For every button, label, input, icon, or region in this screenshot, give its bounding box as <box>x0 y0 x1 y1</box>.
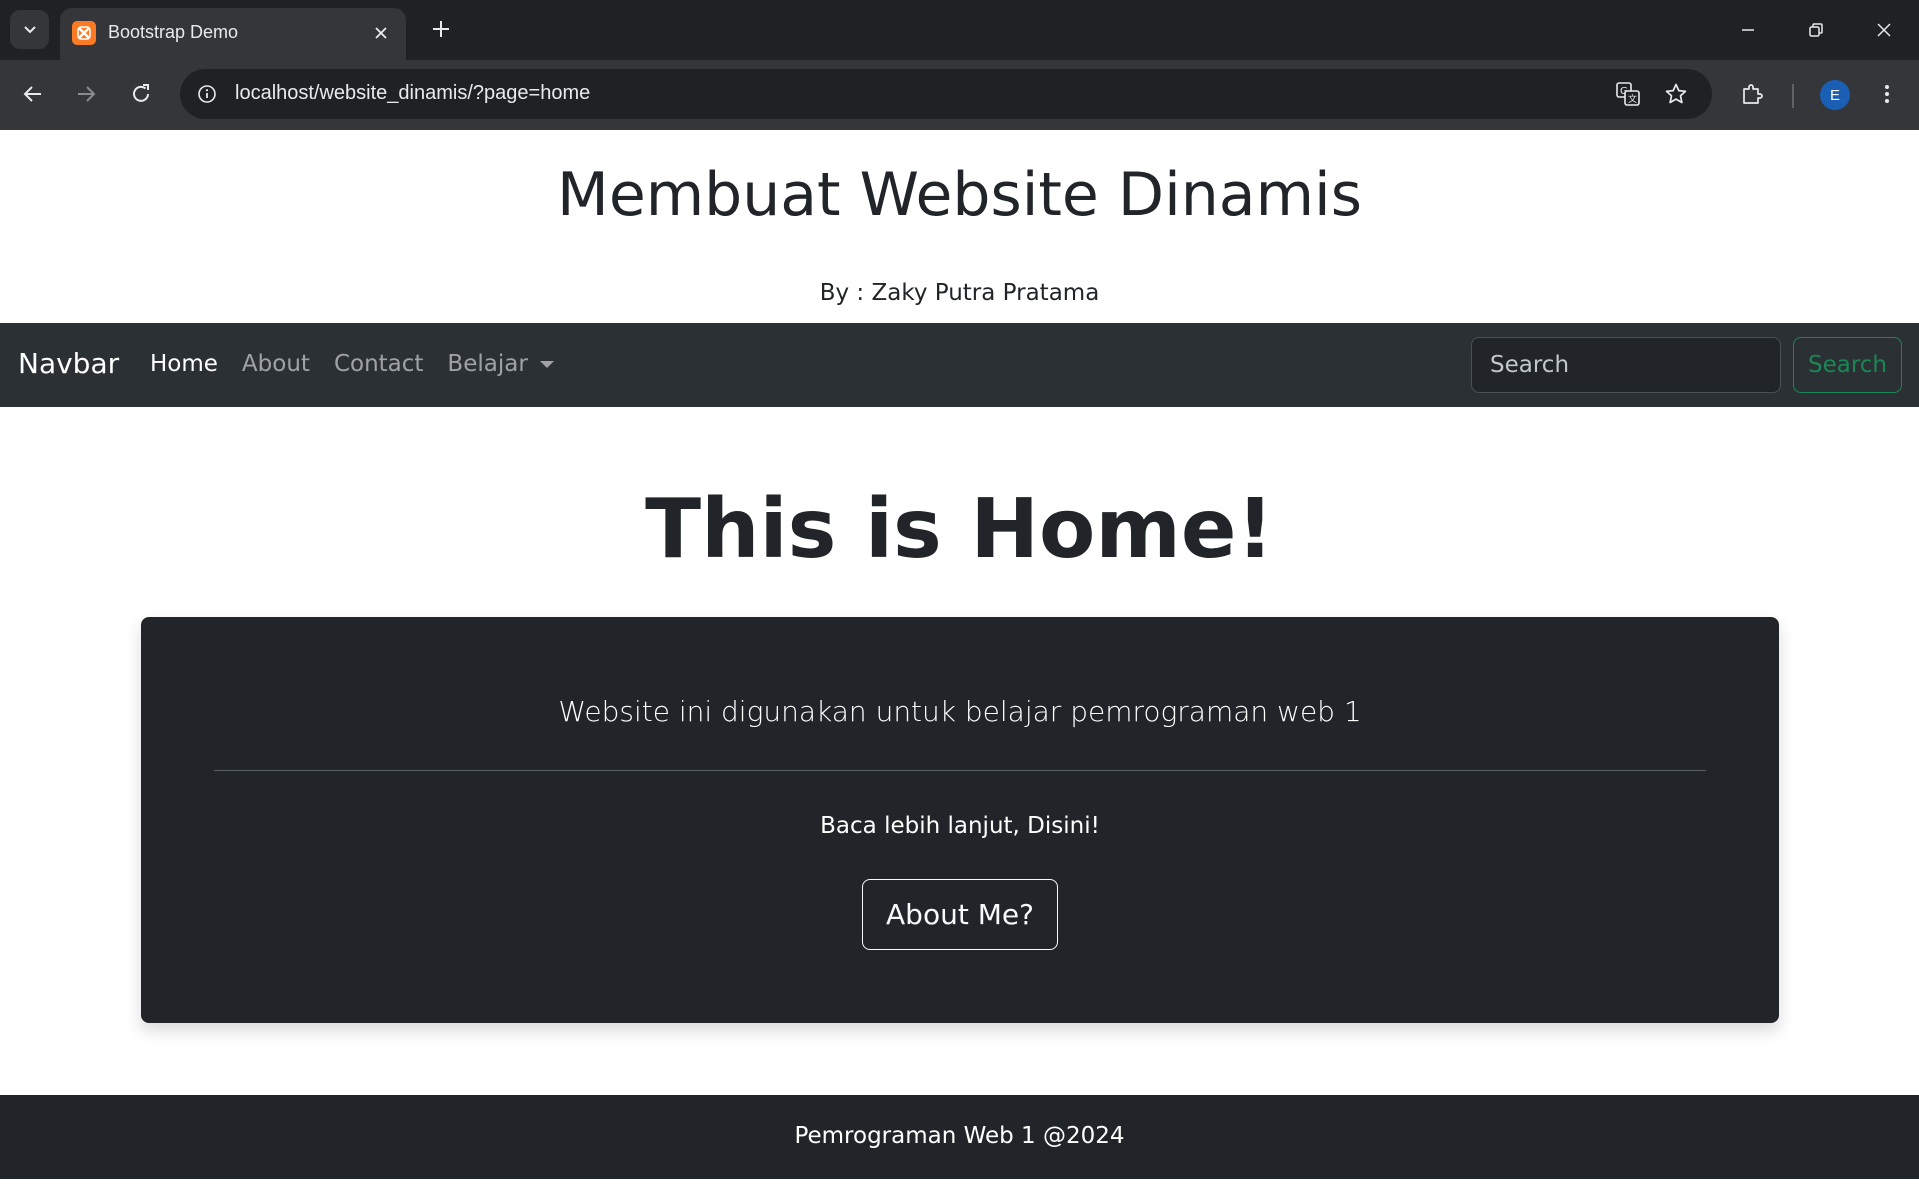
browser-toolbar: localhost/website_dinamis/?page=home G文 … <box>0 60 1919 130</box>
site-info-icon <box>198 85 216 103</box>
nav-dropdown-label: Belajar <box>447 351 528 377</box>
nav-link-about[interactable]: About <box>242 351 310 377</box>
minimize-icon <box>1742 29 1754 31</box>
caret-down-icon <box>539 361 554 368</box>
forward-button[interactable] <box>64 72 108 116</box>
extensions-icon <box>1743 84 1763 104</box>
site-info-button[interactable] <box>190 77 224 111</box>
xampp-favicon-icon <box>72 21 96 45</box>
browser-menu-button[interactable] <box>1865 72 1909 116</box>
reload-icon <box>133 84 149 102</box>
translate-icon: G文 <box>1616 82 1640 106</box>
back-icon <box>23 86 41 102</box>
profile-avatar[interactable]: E <box>1820 80 1850 110</box>
site-title: Membuat Website Dinamis <box>557 160 1362 230</box>
address-bar[interactable]: localhost/website_dinamis/?page=home G文 <box>180 69 1712 119</box>
restore-button[interactable] <box>1782 0 1850 60</box>
about-me-button[interactable]: About Me? <box>862 879 1058 950</box>
navbar: Navbar Home About Contact Belajar Search <box>0 323 1919 407</box>
page-heading: This is Home! <box>645 482 1274 577</box>
forward-icon <box>78 86 96 102</box>
nav-link-contact[interactable]: Contact <box>334 351 423 377</box>
extensions-button[interactable] <box>1730 72 1774 116</box>
translate-button[interactable]: G文 <box>1611 77 1645 111</box>
footer-text: Pemrograman Web 1 @2024 <box>794 1123 1125 1149</box>
nav-link-home[interactable]: Home <box>150 351 218 377</box>
jumbotron-text: Baca lebih lanjut, Disini! <box>820 813 1100 839</box>
close-icon <box>375 27 387 39</box>
jumbotron-lead: Website ini digunakan untuk belajar pemr… <box>558 695 1362 728</box>
restore-icon <box>1809 23 1823 37</box>
window-close-button[interactable] <box>1850 0 1918 60</box>
tab-close-button[interactable] <box>368 20 394 46</box>
window-close-icon <box>1877 23 1891 37</box>
navbar-brand[interactable]: Navbar <box>18 347 119 380</box>
jumbotron: Website ini digunakan untuk belajar pemr… <box>141 617 1779 1023</box>
browser-tab[interactable]: Bootstrap Demo <box>60 8 406 60</box>
divider <box>214 770 1706 771</box>
nav-links: Home About Contact Belajar <box>150 351 554 377</box>
toolbar-divider <box>1792 84 1794 108</box>
reload-button[interactable] <box>119 72 163 116</box>
search-input[interactable] <box>1471 337 1781 393</box>
chevron-down-icon <box>23 25 36 33</box>
bookmark-button[interactable] <box>1659 77 1693 111</box>
minimize-button[interactable] <box>1714 0 1782 60</box>
plus-icon <box>433 21 449 37</box>
web-page: Membuat Website Dinamis By : Zaky Putra … <box>0 130 1919 1199</box>
star-icon <box>1665 83 1687 104</box>
url-text[interactable]: localhost/website_dinamis/?page=home <box>235 82 590 105</box>
new-tab-button[interactable] <box>424 12 458 46</box>
footer: Pemrograman Web 1 @2024 <box>0 1095 1919 1179</box>
tab-search-button[interactable] <box>10 10 49 49</box>
svg-text:文: 文 <box>1628 93 1637 105</box>
nav-dropdown-belajar[interactable]: Belajar <box>447 351 554 377</box>
site-author: By : Zaky Putra Pratama <box>819 280 1100 306</box>
tab-title: Bootstrap Demo <box>108 22 239 42</box>
browser-tab-bar: Bootstrap Demo <box>0 0 1919 60</box>
back-button[interactable] <box>11 72 55 116</box>
search-button[interactable]: Search <box>1793 337 1902 393</box>
menu-icon <box>1885 85 1889 103</box>
